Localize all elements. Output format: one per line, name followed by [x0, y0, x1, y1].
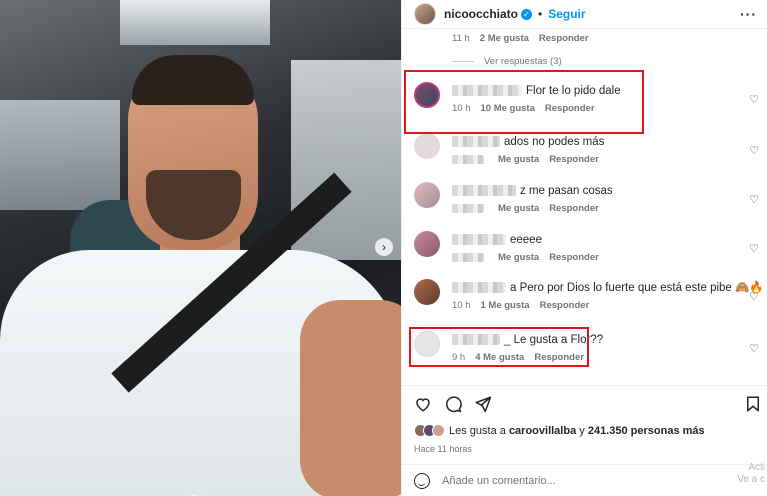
post-timestamp: Hace 11 horas [414, 444, 472, 454]
highlight-box [409, 327, 589, 367]
comment-meta: 10 h 1 Me gusta Responder [452, 300, 744, 311]
commenter-avatar[interactable] [414, 231, 440, 257]
comment-time: 11 h [452, 33, 470, 44]
reply-button[interactable]: Responder [549, 154, 599, 165]
comment-text: a Pero por Dios lo fuerte que está este … [510, 282, 764, 294]
reply-button[interactable]: Responder [549, 203, 599, 214]
comment-likes[interactable]: 2 Me gusta [480, 33, 529, 44]
post-header: nicoocchiato ✓ • Seguir ··· [402, 0, 767, 29]
likes-connector: y [576, 424, 588, 437]
liker-avatar [432, 424, 445, 437]
add-comment-bar: Añade un comentario... [402, 464, 767, 496]
more-options-icon[interactable]: ··· [740, 6, 757, 22]
follow-button[interactable]: Seguir [548, 7, 585, 21]
car-sunroof [120, 0, 270, 45]
like-heart-icon[interactable]: ♡ [748, 194, 760, 206]
like-heart-icon[interactable]: ♡ [748, 94, 760, 106]
highlight-box [404, 70, 644, 134]
comment-likes[interactable]: Me gusta [498, 203, 539, 214]
comment-likes[interactable]: 1 Me gusta [481, 300, 530, 311]
likes-count[interactable]: 241.350 personas más [588, 425, 705, 437]
comment-icon[interactable] [444, 395, 462, 413]
blurred-time [452, 204, 484, 213]
replies-divider [452, 61, 474, 62]
person-hair [132, 55, 254, 105]
like-heart-icon[interactable]: ♡ [748, 343, 760, 355]
author-avatar[interactable] [414, 3, 436, 25]
reply-button[interactable]: Responder [539, 33, 589, 44]
comment-meta: Me gusta Responder [452, 203, 744, 214]
likes-summary: Les gusta a caroovillalba y 241.350 pers… [414, 424, 705, 437]
emoji-icon[interactable] [414, 472, 430, 489]
comment-item: eeeee Me gusta Responder ♡ [414, 231, 764, 271]
verified-icon: ✓ [521, 8, 533, 20]
like-heart-icon[interactable]: ♡ [748, 145, 760, 157]
blurred-time [452, 155, 484, 164]
post-photo[interactable] [0, 0, 401, 496]
like-heart-icon[interactable]: ♡ [748, 291, 760, 303]
blurred-username [452, 282, 506, 294]
comment-text: z me pasan cosas [520, 185, 613, 197]
bookmark-icon[interactable] [744, 395, 762, 413]
view-replies-label: Ver respuestas (3) [484, 56, 562, 67]
blurred-time [452, 253, 484, 262]
watermark-line: Ve a c [737, 474, 765, 485]
watermark-line: Acti [748, 462, 765, 473]
comment-text: eeeee [510, 234, 542, 246]
commenter-avatar[interactable] [414, 133, 440, 159]
heart-icon[interactable] [414, 395, 432, 413]
carousel-next-button[interactable]: › [375, 238, 393, 256]
author-username[interactable]: nicoocchiato [444, 7, 518, 21]
comment-text: ados no podes más [504, 136, 605, 148]
comment-input[interactable]: Añade un comentario... [442, 475, 556, 487]
commenter-avatar[interactable] [414, 279, 440, 305]
blurred-username [452, 185, 516, 197]
comment-meta: Me gusta Responder [452, 252, 744, 263]
comments-list: 11 h 2 Me gusta Responder Ver respuestas… [402, 29, 767, 385]
carousel-indicator [185, 487, 215, 496]
comment-meta: 11 h 2 Me gusta Responder [452, 33, 589, 44]
likes-prefix: Les gusta a [449, 424, 509, 437]
header-separator: • [538, 7, 543, 21]
comment-time: 10 h [452, 300, 471, 311]
like-heart-icon[interactable]: ♡ [748, 243, 760, 255]
comment-meta: Me gusta Responder [452, 154, 744, 165]
reply-button[interactable]: Responder [540, 300, 590, 311]
comment-likes[interactable]: Me gusta [498, 154, 539, 165]
reply-button[interactable]: Responder [549, 252, 599, 263]
commenter-avatar[interactable] [414, 182, 440, 208]
share-icon[interactable] [474, 395, 492, 413]
comment-item: a Pero por Dios lo fuerte que está este … [414, 279, 764, 319]
action-bar [402, 385, 767, 419]
post-sidebar: nicoocchiato ✓ • Seguir ··· 11 h 2 Me gu… [401, 0, 767, 496]
comment-item: z me pasan cosas Me gusta Responder ♡ [414, 182, 764, 222]
car-window-left [0, 100, 120, 210]
comment-likes[interactable]: Me gusta [498, 252, 539, 263]
blurred-username [452, 136, 500, 148]
liker-username[interactable]: caroovillalba [509, 425, 576, 437]
blurred-username [452, 234, 506, 246]
comment-item: ados no podes más Me gusta Responder ♡ [414, 133, 764, 173]
view-replies-button[interactable]: Ver respuestas (3) [452, 56, 562, 67]
person-arm [300, 300, 401, 496]
activation-watermark: Acti Ve a c [737, 462, 765, 486]
